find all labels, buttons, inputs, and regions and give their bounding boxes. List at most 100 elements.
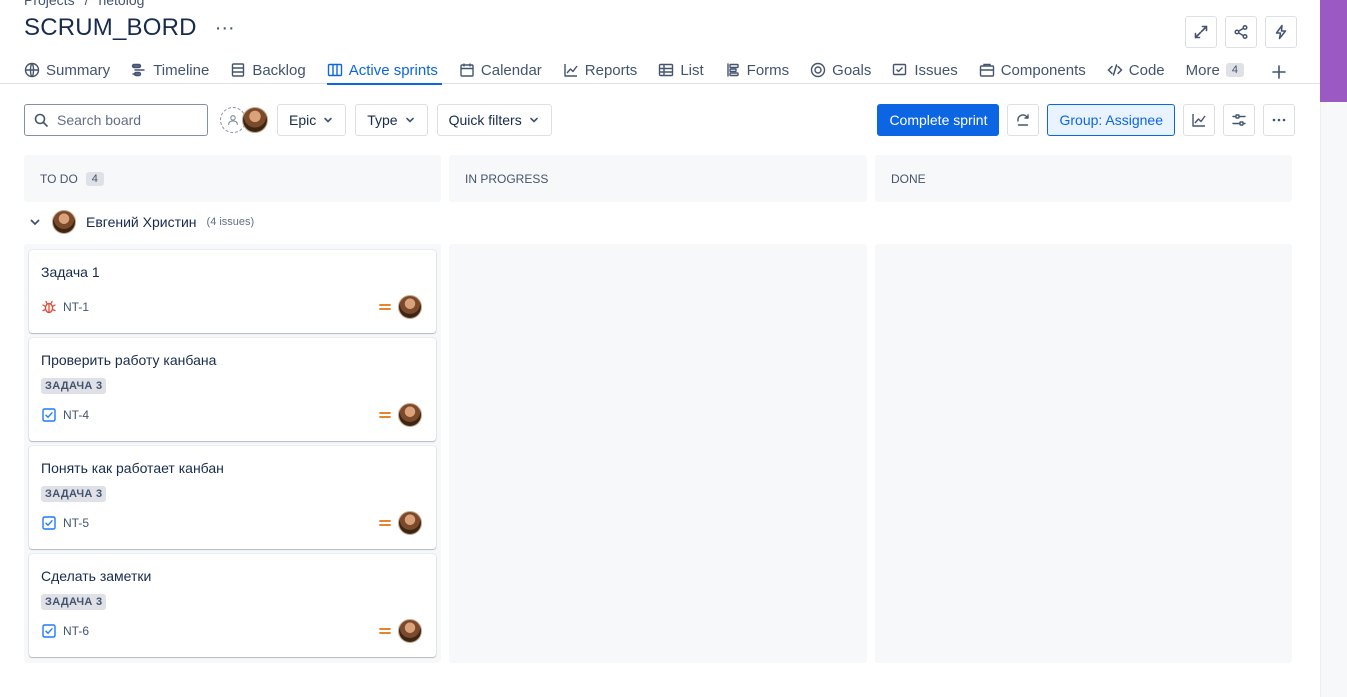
epic-badge: ЗАДАЧА 3 — [41, 378, 107, 394]
lightning-icon — [1275, 24, 1287, 40]
tab-label: Components — [1000, 61, 1086, 79]
task-checkbox-icon — [42, 408, 56, 422]
column-header-in-progress: IN PROGRESS — [449, 155, 867, 202]
task-checkbox-icon — [42, 516, 56, 530]
calendar-icon — [460, 63, 474, 77]
tab-label: List — [680, 61, 704, 79]
breadcrumb-project[interactable]: netolog — [98, 0, 144, 8]
issue-card[interactable]: Задача 1 NT-1 — [29, 250, 436, 333]
tab-label: Calendar — [480, 61, 542, 79]
quick-filters-label: Quick filters — [448, 112, 522, 128]
tab-goals[interactable]: Goals — [810, 56, 883, 84]
tab-calendar[interactable]: Calendar — [459, 56, 554, 84]
avatar[interactable] — [398, 511, 422, 535]
search-box[interactable] — [24, 104, 208, 136]
priority-medium-icon — [379, 304, 391, 310]
column-count-badge: 4 — [85, 171, 104, 186]
tab-forms[interactable]: Forms — [725, 56, 802, 84]
column-title: DONE — [891, 171, 926, 186]
bug-icon — [42, 300, 56, 314]
search-input[interactable] — [57, 112, 197, 128]
tab-label: Goals — [832, 61, 872, 79]
globe-icon — [24, 62, 40, 78]
view-settings-button[interactable] — [1223, 104, 1255, 136]
avatar[interactable] — [398, 295, 422, 319]
group-by-button[interactable]: Group: Assignee — [1047, 104, 1175, 136]
title-more-button[interactable]: ··· — [211, 16, 239, 40]
type-filter-button[interactable]: Type — [355, 104, 428, 136]
list-icon — [659, 63, 674, 77]
breadcrumb-projects[interactable]: Projects — [24, 0, 75, 8]
tab-code[interactable]: Code — [1107, 56, 1177, 84]
board-toolbar: Epic Type Quick filters Complete sprint … — [24, 104, 1295, 136]
expand-icon — [1194, 25, 1208, 39]
card-title: Понять как работает канбан — [41, 460, 224, 476]
avatar — [52, 210, 76, 234]
assignee-filter — [220, 107, 268, 133]
tab-reports[interactable]: Reports — [563, 56, 650, 84]
add-tab-button[interactable] — [1271, 62, 1287, 84]
more-actions-button[interactable] — [1263, 104, 1295, 136]
backlog-icon — [232, 63, 245, 77]
more-count-badge: 4 — [1225, 63, 1244, 77]
tab-more[interactable]: More 4 — [1186, 56, 1256, 84]
issue-card[interactable]: Сделать заметки ЗАДАЧА 3 NT-6 — [29, 554, 436, 657]
share-button[interactable] — [1225, 16, 1257, 48]
more-horizontal-icon — [1272, 118, 1286, 122]
right-accent-strip — [1320, 0, 1347, 102]
insights-button[interactable] — [1183, 104, 1215, 136]
quick-filters-button[interactable]: Quick filters — [436, 104, 552, 136]
fullscreen-button[interactable] — [1185, 16, 1217, 48]
type-filter-label: Type — [367, 112, 398, 128]
sliders-icon — [1232, 114, 1246, 126]
issue-card[interactable]: Понять как работает канбан ЗАДАЧА 3 NT-5 — [29, 446, 436, 549]
forms-icon — [726, 63, 739, 77]
priority-medium-icon — [379, 628, 391, 634]
priority-medium-icon — [379, 412, 391, 418]
timeline-icon — [131, 63, 145, 77]
card-key[interactable]: NT-4 — [63, 408, 89, 422]
tab-issues[interactable]: Issues — [892, 56, 969, 84]
sync-icon — [1017, 114, 1030, 126]
swimlane-header[interactable]: Евгений Христин (4 issues) — [28, 210, 254, 234]
swimlane-issue-count: (4 issues) — [206, 216, 255, 228]
column-body-done — [875, 244, 1292, 663]
share-icon — [1234, 24, 1248, 40]
card-key[interactable]: NT-6 — [63, 624, 89, 638]
board-icon — [327, 63, 342, 77]
tab-label: Issues — [914, 61, 958, 79]
page-title: SCRUM_BORD — [24, 14, 197, 41]
tab-active-sprints[interactable]: Active sprints — [326, 56, 450, 85]
issues-icon — [893, 63, 907, 76]
column-header-done: DONE — [875, 155, 1292, 202]
chart-line-icon — [564, 64, 578, 77]
chevron-down-icon[interactable] — [28, 215, 42, 229]
tab-backlog[interactable]: Backlog — [230, 56, 317, 84]
project-tabs: Summary Timeline Backlog Active sprints … — [24, 56, 1287, 85]
goals-icon — [810, 62, 826, 78]
assignee-avatar-button[interactable] — [242, 107, 268, 133]
automation-button[interactable] — [1265, 16, 1297, 48]
tab-list[interactable]: List — [658, 56, 715, 84]
swimlane-assignee-name: Евгений Христин — [86, 214, 197, 230]
issue-card[interactable]: Проверить работу канбана ЗАДАЧА 3 NT-4 — [29, 338, 436, 441]
card-title: Сделать заметки — [41, 568, 152, 584]
chart-line-icon — [1192, 114, 1206, 127]
person-icon — [228, 115, 238, 125]
avatar[interactable] — [398, 619, 422, 643]
chevron-down-icon — [405, 117, 414, 123]
tab-label: Timeline — [153, 61, 210, 79]
avatar[interactable] — [398, 403, 422, 427]
tab-timeline[interactable]: Timeline — [131, 56, 221, 84]
card-key[interactable]: NT-1 — [63, 300, 89, 314]
tab-label: Reports — [584, 61, 638, 79]
complete-sprint-button[interactable]: Complete sprint — [877, 104, 1000, 136]
epic-filter-button[interactable]: Epic — [277, 104, 347, 136]
epic-badge: ЗАДАЧА 3 — [41, 594, 107, 610]
chevron-down-icon — [324, 117, 333, 123]
card-key[interactable]: NT-5 — [63, 516, 89, 530]
tab-summary[interactable]: Summary — [24, 56, 122, 84]
tab-components[interactable]: Components — [979, 56, 1098, 84]
plus-icon — [1272, 65, 1286, 79]
board-sync-button[interactable] — [1007, 104, 1040, 136]
